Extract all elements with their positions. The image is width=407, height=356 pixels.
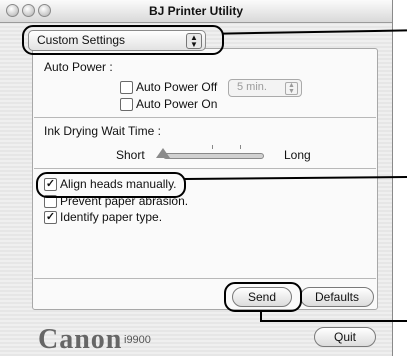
callout-leader <box>260 320 407 322</box>
separator <box>34 278 376 279</box>
separator <box>34 168 376 169</box>
ink-drying-short-label: Short <box>116 148 145 162</box>
auto-power-on-label: Auto Power On <box>136 97 218 111</box>
ink-drying-slider-track[interactable] <box>163 153 264 159</box>
auto-power-heading: Auto Power : <box>44 60 113 74</box>
printer-model: i9900 <box>124 334 151 346</box>
auto-power-off-checkbox[interactable] <box>120 81 133 94</box>
callout-align-heads <box>36 172 186 198</box>
title-bar: BJ Printer Utility <box>0 0 392 23</box>
auto-power-off-label: Auto Power Off <box>136 80 218 94</box>
auto-power-off-time-value: 5 min. <box>237 81 267 93</box>
slider-tick <box>212 145 213 149</box>
window-title: BJ Printer Utility <box>148 4 244 18</box>
callout-send <box>224 282 302 312</box>
callout-popup <box>22 25 224 55</box>
canon-logo: Canon <box>38 324 123 355</box>
quit-button[interactable]: Quit <box>314 327 376 347</box>
ink-drying-heading: Ink Drying Wait Time : <box>44 124 161 138</box>
identify-paper-checkbox[interactable]: ✓ <box>44 211 57 224</box>
auto-power-on-checkbox[interactable] <box>120 98 133 111</box>
select-arrows-icon: ▲ ▼ <box>285 82 298 95</box>
auto-power-off-time-select: 5 min. ▲ ▼ <box>228 79 302 97</box>
identify-paper-label: Identify paper type. <box>60 210 163 224</box>
ink-drying-long-label: Long <box>284 148 311 162</box>
separator <box>34 117 376 118</box>
defaults-button[interactable]: Defaults <box>300 287 374 307</box>
ink-drying-slider-thumb[interactable] <box>156 148 170 158</box>
slider-tick <box>240 145 241 149</box>
